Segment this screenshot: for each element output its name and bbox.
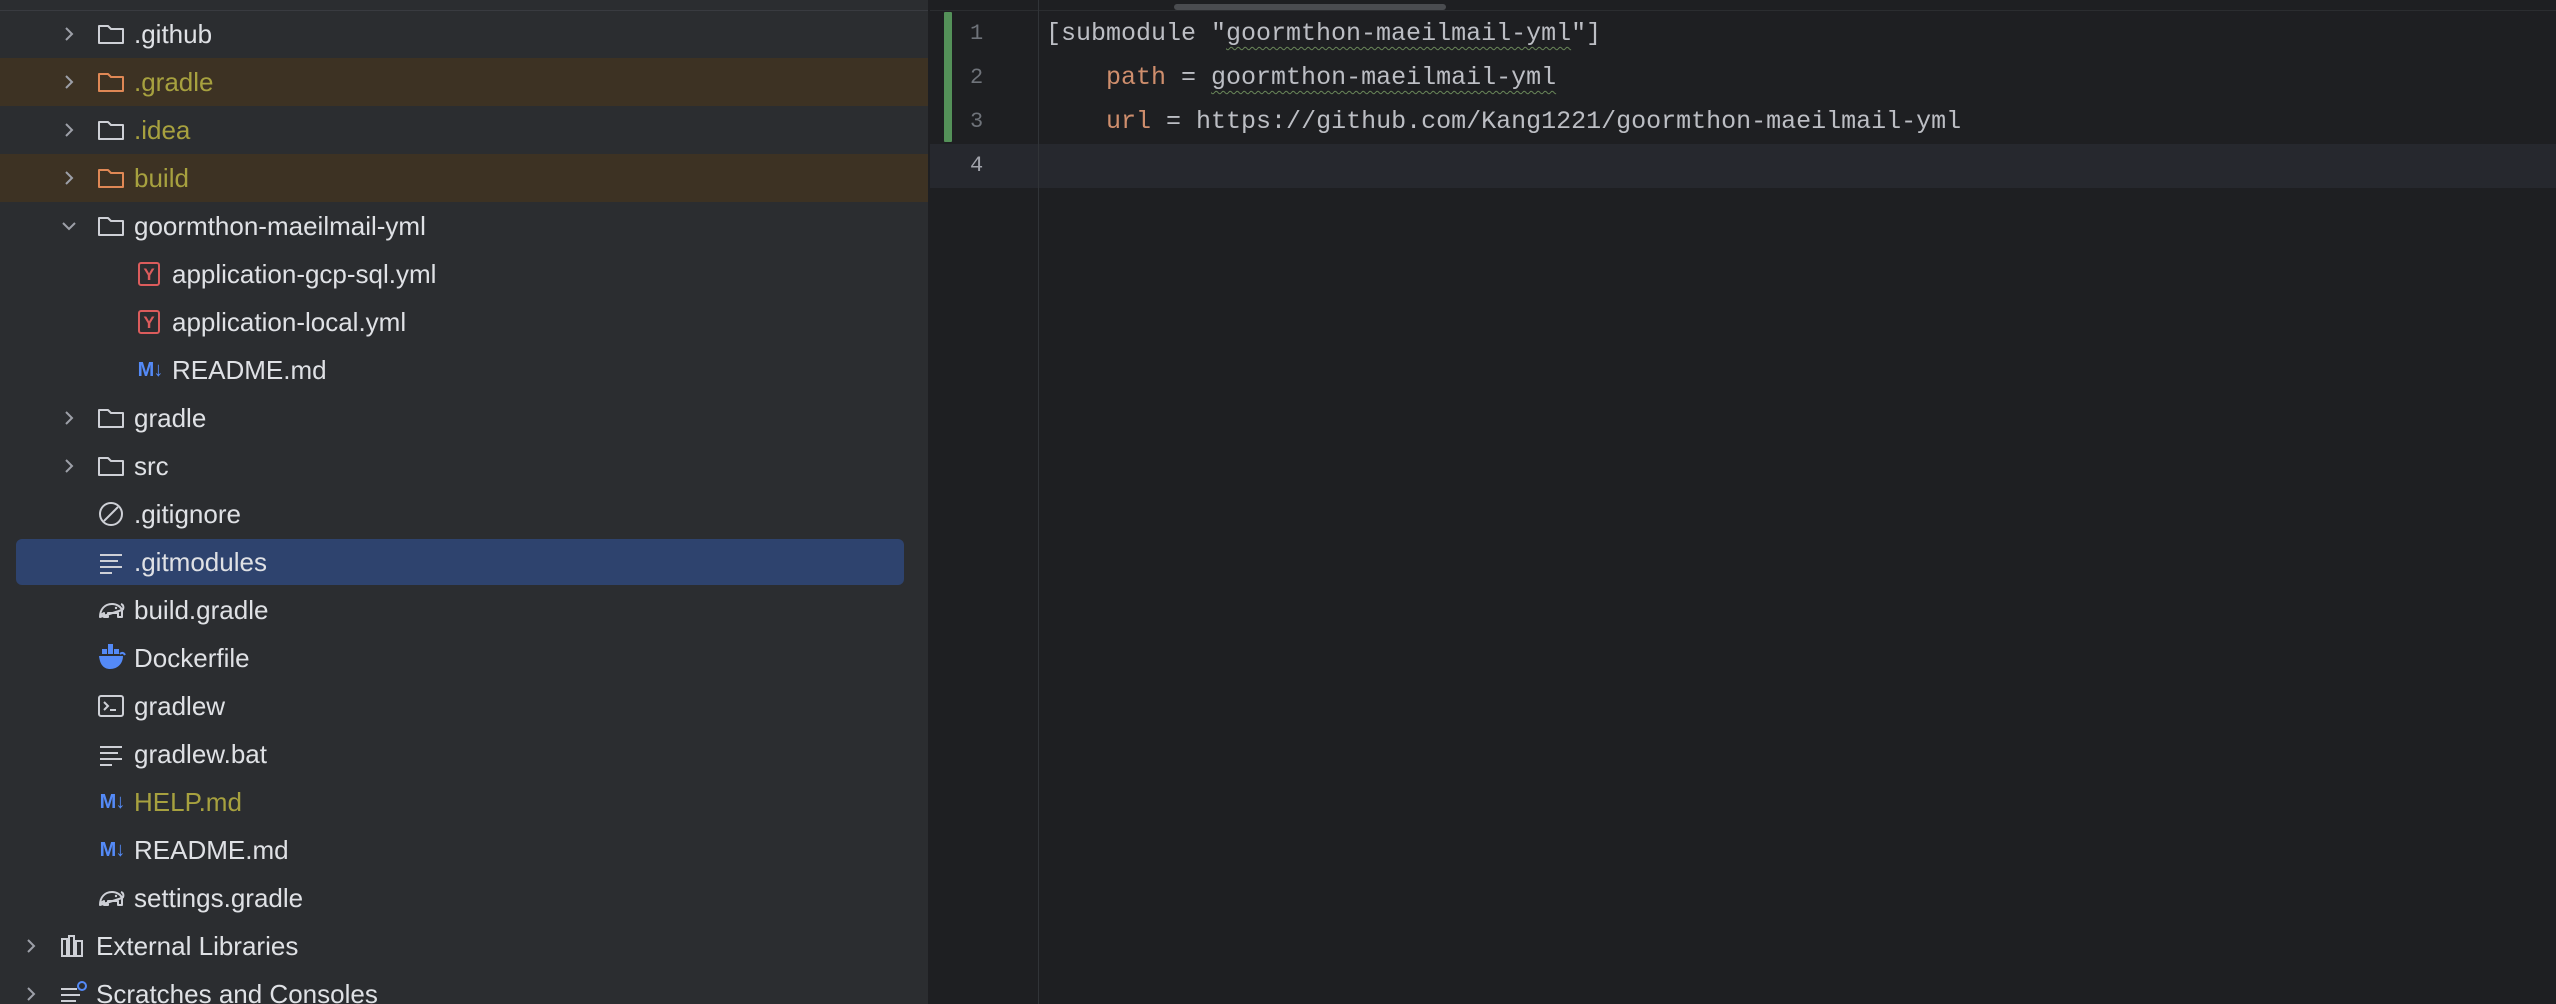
line-number: 2 (970, 65, 984, 90)
markdown-file-icon: M↓ (99, 790, 126, 813)
tree-item-label: .gitignore (134, 499, 241, 529)
chevron-right-icon[interactable] (60, 73, 78, 91)
yaml-file-icon: Y (134, 307, 164, 337)
chevron-right-icon[interactable] (60, 457, 78, 475)
tree-item-label: .idea (134, 115, 191, 145)
line-number: 3 (970, 109, 984, 134)
folder-icon (96, 115, 126, 145)
config-value: goormthon-maeilmail-yml (1211, 63, 1557, 92)
tree-item-file[interactable]: .gitignore (0, 490, 928, 538)
vcs-added-lines-marker[interactable] (944, 12, 952, 142)
tree-item-file[interactable]: settings.gradle (0, 874, 928, 922)
tree-item-scratches[interactable]: Scratches and Consoles (0, 970, 928, 1004)
tree-item-label: .gitmodules (134, 547, 267, 577)
markdown-file-icon: M↓ (137, 358, 164, 381)
tree-item-label: .gradle (134, 67, 214, 97)
tree-item-file[interactable]: Y application-gcp-sql.yml (0, 250, 928, 298)
tree-item-file[interactable]: build.gradle (0, 586, 928, 634)
project-tree: .github .gradle .idea build goormthon-ma… (0, 0, 928, 1004)
markdown-file-icon: M↓ (99, 838, 126, 861)
line-number: 1 (970, 21, 984, 46)
tree-item-label: build (134, 163, 189, 193)
config-key: url (1106, 107, 1152, 136)
folder-icon (96, 403, 126, 433)
submodule-name: goormthon-maeilmail-yml (1226, 19, 1572, 48)
code-line[interactable]: url = https://github.com/Kang1221/goormt… (1046, 100, 1961, 144)
tree-item-label: gradle (134, 403, 207, 433)
config-value: https://github.com/Kang1221/goormthon-ma… (1196, 107, 1962, 136)
equals: = (1151, 107, 1197, 136)
shell-script-icon (96, 691, 126, 721)
tree-item-label: Dockerfile (134, 643, 250, 673)
chevron-right-icon[interactable] (60, 169, 78, 187)
tree-item-label: settings.gradle (134, 883, 304, 913)
tree-item-submodule-folder[interactable]: goormthon-maeilmail-yml (0, 202, 928, 250)
tree-item-label: Scratches and Consoles (96, 979, 378, 1004)
gradle-elephant-icon (96, 595, 126, 625)
tree-item-file[interactable]: Dockerfile (0, 634, 928, 682)
text-file-icon (96, 547, 126, 577)
tree-item-file[interactable]: M↓ HELP.md (0, 778, 928, 826)
chevron-right-icon[interactable] (22, 985, 40, 1003)
tree-item-label: application-gcp-sql.yml (172, 259, 437, 289)
tree-item-file[interactable]: M↓ README.md (0, 346, 928, 394)
docker-whale-icon (96, 643, 126, 673)
chevron-right-icon[interactable] (60, 121, 78, 139)
tree-item-file-selected[interactable]: .gitmodules (0, 538, 928, 586)
code-line[interactable]: path = goormthon-maeilmail-yml (1046, 56, 1556, 100)
yaml-file-icon: Y (134, 259, 164, 289)
code-line[interactable]: [submodule "goormthon-maeilmail-yml"] (1046, 12, 1601, 56)
tree-item-file[interactable]: M↓ README.md (0, 826, 928, 874)
library-icon (58, 931, 88, 961)
current-line-highlight (930, 144, 2556, 188)
tree-item-label: HELP.md (134, 787, 242, 817)
equals: = (1166, 63, 1212, 92)
tree-item-label: README.md (134, 835, 289, 865)
tree-item-src-folder[interactable]: src (0, 442, 928, 490)
scratches-icon (58, 979, 88, 1004)
tree-item-label: .github (134, 19, 213, 49)
tree-item-github-folder[interactable]: .github (0, 10, 928, 58)
section-open: [submodule " (1046, 19, 1227, 48)
folder-icon (96, 163, 126, 193)
tree-item-gradle-folder[interactable]: gradle (0, 394, 928, 442)
editor-gutter: 1 2 3 4 (930, 0, 1039, 1004)
gradle-elephant-icon (96, 883, 126, 913)
tree-item-label: gradlew.bat (134, 739, 267, 769)
tree-item-label: gradlew (134, 691, 226, 721)
chevron-right-icon[interactable] (22, 937, 40, 955)
tree-item-gradle-cache-folder[interactable]: .gradle (0, 58, 928, 106)
config-key: path (1106, 63, 1167, 92)
folder-icon (96, 451, 126, 481)
chevron-right-icon[interactable] (60, 25, 78, 43)
line-number-current: 4 (970, 153, 984, 178)
tree-item-build-folder[interactable]: build (0, 154, 928, 202)
folder-icon (96, 211, 126, 241)
section-close: "] (1571, 19, 1602, 48)
horizontal-scrollbar[interactable] (1174, 4, 1446, 10)
tree-item-label: README.md (172, 355, 327, 385)
tree-item-external-libraries[interactable]: External Libraries (0, 922, 928, 970)
tree-item-file[interactable]: gradlew.bat (0, 730, 928, 778)
tree-item-label: External Libraries (96, 931, 299, 961)
tree-item-label: src (134, 451, 169, 481)
text-file-icon (96, 739, 126, 769)
folder-icon (96, 19, 126, 49)
tree-item-label: application-local.yml (172, 307, 407, 337)
chevron-down-icon[interactable] (60, 217, 78, 235)
chevron-right-icon[interactable] (60, 409, 78, 427)
tree-item-file[interactable]: gradlew (0, 682, 928, 730)
tree-item-label: goormthon-maeilmail-yml (134, 211, 426, 241)
ignore-file-icon (96, 499, 126, 529)
code-editor[interactable]: 1 2 3 4 [submodule "goormthon-maeilmail-… (930, 0, 2556, 1004)
folder-icon (96, 67, 126, 97)
tree-item-label: build.gradle (134, 595, 269, 625)
tree-item-file[interactable]: Y application-local.yml (0, 298, 928, 346)
tree-item-idea-folder[interactable]: .idea (0, 106, 928, 154)
